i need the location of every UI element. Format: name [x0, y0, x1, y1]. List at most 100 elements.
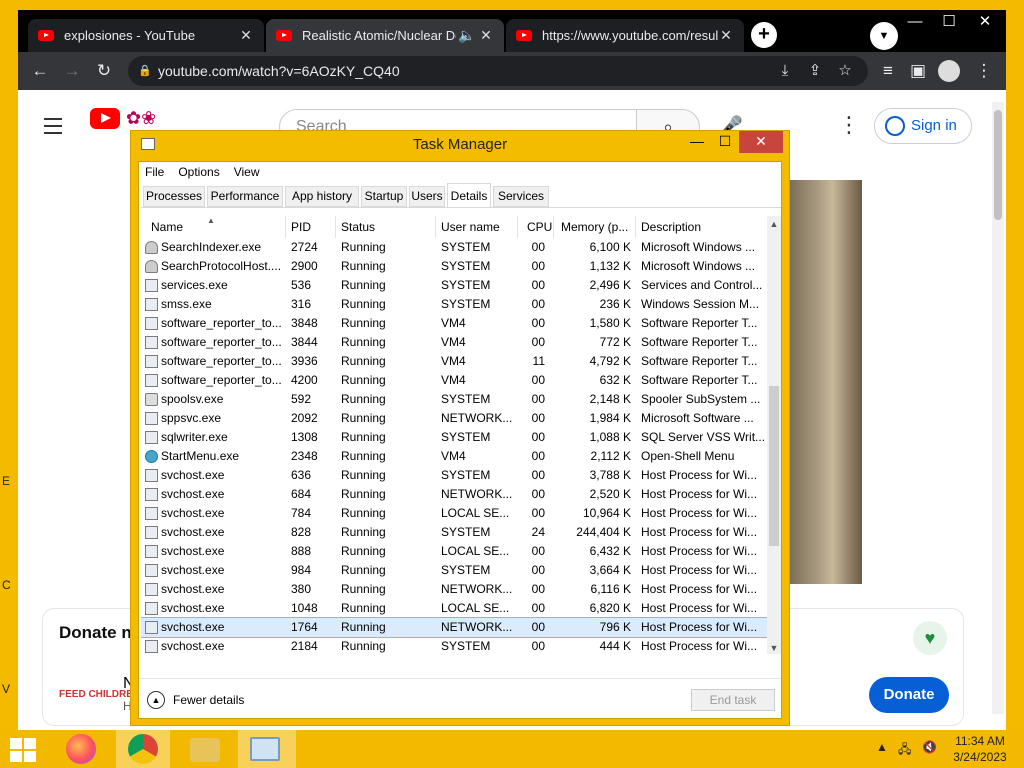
table-row[interactable]: svchost.exe 784 Running LOCAL SE... 00 10,964…: [141, 504, 767, 523]
forward-arrow-icon[interactable]: →: [60, 59, 84, 83]
close-window-button[interactable]: ✕: [739, 131, 783, 153]
table-row[interactable]: svchost.exe 2184 Running SYSTEM 00 444 K Host …: [141, 637, 767, 654]
youtube-logo-icon[interactable]: [90, 108, 120, 129]
cell-desc: SQL Server VSS Writ...: [641, 430, 765, 444]
windows-start-icon[interactable]: [10, 738, 36, 762]
minimize-window-button[interactable]: —: [898, 12, 932, 34]
video-player[interactable]: [788, 180, 862, 584]
menu-options[interactable]: Options: [172, 162, 227, 179]
tab-services[interactable]: Services: [493, 186, 549, 207]
show-hidden-icons-icon[interactable]: ▲: [876, 740, 888, 754]
more-options-icon[interactable]: ⋮: [838, 112, 860, 138]
cell-desc: Open-Shell Menu: [641, 449, 735, 463]
system-clock[interactable]: 11:34 AM 3/24/2023: [946, 733, 1014, 765]
maximize-window-button[interactable]: ☐: [711, 131, 739, 153]
table-row[interactable]: svchost.exe 888 Running LOCAL SE... 00 6,432 …: [141, 542, 767, 561]
maximize-window-button[interactable]: ☐: [932, 12, 966, 34]
chrome-menu-icon[interactable]: ⋮: [972, 59, 996, 83]
browser-tab[interactable]: https://www.youtube.com/result ✕: [506, 19, 744, 52]
cell-pid: 3844: [291, 335, 318, 349]
tab-performance[interactable]: Performance: [207, 186, 283, 207]
bookmark-star-icon[interactable]: ☆: [834, 56, 856, 86]
desktop-icon-label[interactable]: V: [2, 682, 10, 696]
close-tab-icon[interactable]: ✕: [718, 27, 734, 44]
taskbar-file-explorer[interactable]: [178, 730, 232, 768]
new-tab-button[interactable]: +: [751, 22, 777, 48]
tab-details[interactable]: Details: [447, 183, 491, 207]
hamburger-menu-icon[interactable]: [44, 118, 62, 139]
end-task-button[interactable]: End task: [691, 689, 775, 711]
table-row[interactable]: svchost.exe 380 Running NETWORK... 00 6,116 K…: [141, 580, 767, 599]
col-status[interactable]: Status: [341, 216, 375, 238]
table-row[interactable]: svchost.exe 984 Running SYSTEM 00 3,664 K Host…: [141, 561, 767, 580]
side-panel-icon[interactable]: ▣: [906, 59, 930, 83]
table-row[interactable]: SearchProtocolHost.... 2900 Running SYSTEM 0…: [141, 257, 767, 276]
minimize-window-button[interactable]: —: [683, 131, 711, 153]
col-user-name[interactable]: User name: [441, 216, 500, 238]
tab-users[interactable]: Users: [409, 186, 445, 207]
table-row[interactable]: SearchIndexer.exe 2724 Running SYSTEM 00 6,10…: [141, 238, 767, 257]
cell-mem: 2,496 K: [589, 278, 631, 292]
cell-pid: 984: [291, 563, 312, 577]
share-icon[interactable]: ⇪: [804, 56, 826, 86]
table-row[interactable]: svchost.exe 828 Running SYSTEM 24 244,404 K Ho…: [141, 523, 767, 542]
cell-status: Running: [341, 297, 386, 311]
browser-tab-active[interactable]: Realistic Atomic/Nuclear Des 🔈 ✕: [266, 19, 504, 52]
reload-icon[interactable]: ↻: [92, 59, 116, 83]
desktop-icon-label[interactable]: C: [2, 578, 11, 592]
table-row[interactable]: software_reporter_to... 3848 Running VM4 00 1…: [141, 314, 767, 333]
menu-view[interactable]: View: [228, 162, 268, 179]
page-scrollbar[interactable]: [992, 102, 1004, 714]
close-window-button[interactable]: ✕: [968, 12, 1002, 34]
cell-status: Running: [341, 601, 386, 615]
table-row[interactable]: services.exe 536 Running SYSTEM 00 2,496 K Ser…: [141, 276, 767, 295]
fewer-details-button[interactable]: ▲ Fewer details: [147, 691, 244, 709]
tab-app-history[interactable]: App history: [285, 186, 359, 207]
taskbar-firefox[interactable]: [54, 730, 108, 768]
donate-button[interactable]: Donate: [869, 677, 949, 713]
desktop-icon-label[interactable]: E: [2, 474, 10, 488]
cell-cpu: 00: [531, 278, 545, 292]
volume-muted-icon[interactable]: 🔇: [922, 740, 937, 754]
col-pid[interactable]: PID: [291, 216, 311, 238]
scroll-up-arrow-icon[interactable]: ▲: [767, 216, 781, 232]
close-tab-icon[interactable]: ✕: [478, 27, 494, 44]
table-row[interactable]: software_reporter_to... 3844 Running VM4 00 7…: [141, 333, 767, 352]
table-row[interactable]: software_reporter_to... 3936 Running VM4 11 4…: [141, 352, 767, 371]
address-bar[interactable]: 🔒 youtube.com/watch?v=6AOzKY_CQ40 ⤓ ⇪ ☆: [128, 56, 868, 86]
col-description[interactable]: Description: [641, 216, 701, 238]
table-row[interactable]: sppsvc.exe 2092 Running NETWORK... 00 1,984 K…: [141, 409, 767, 428]
table-row[interactable]: sqlwriter.exe 1308 Running SYSTEM 00 1,088 K S…: [141, 428, 767, 447]
tab-processes[interactable]: Processes: [143, 186, 205, 207]
browser-tab[interactable]: explosiones - YouTube ✕: [28, 19, 264, 52]
scroll-down-arrow-icon[interactable]: ▼: [767, 640, 781, 656]
scroll-thumb[interactable]: [769, 386, 779, 546]
table-row[interactable]: svchost.exe 684 Running NETWORK... 00 2,520 K…: [141, 485, 767, 504]
tab-search-chevron-icon[interactable]: ▼: [870, 22, 898, 50]
table-row[interactable]: svchost.exe 1764 Running NETWORK... 00 796 K H…: [141, 617, 767, 638]
taskbar-task-manager[interactable]: [238, 730, 296, 768]
audio-playing-icon[interactable]: 🔈: [456, 27, 478, 44]
back-arrow-icon[interactable]: ←: [28, 59, 52, 83]
col-cpu[interactable]: CPU: [527, 216, 552, 238]
network-icon[interactable]: 🖧: [898, 740, 911, 761]
taskbar-chrome[interactable]: [116, 730, 170, 768]
task-manager-titlebar[interactable]: Task Manager — ☐ ✕: [131, 131, 789, 161]
col-memory[interactable]: Memory (p...: [561, 216, 633, 238]
table-row[interactable]: svchost.exe 1048 Running LOCAL SE... 00 6,820…: [141, 599, 767, 618]
media-controls-icon[interactable]: ≡: [876, 59, 900, 83]
table-row[interactable]: spoolsv.exe 592 Running SYSTEM 00 2,148 K Spoo…: [141, 390, 767, 409]
table-row[interactable]: software_reporter_to... 4200 Running VM4 00 6…: [141, 371, 767, 390]
tab-startup[interactable]: Startup: [361, 186, 407, 207]
close-tab-icon[interactable]: ✕: [238, 27, 254, 44]
sign-in-button[interactable]: Sign in: [874, 108, 972, 144]
youtube-doodle-icon[interactable]: ✿❀: [126, 108, 186, 130]
install-app-icon[interactable]: ⤓: [774, 56, 796, 86]
table-row[interactable]: StartMenu.exe 2348 Running VM4 00 2,112 K Open…: [141, 447, 767, 466]
table-row[interactable]: svchost.exe 636 Running SYSTEM 00 3,788 K Host…: [141, 466, 767, 485]
col-name[interactable]: Name: [151, 216, 183, 238]
profile-avatar-icon[interactable]: [938, 60, 960, 82]
menu-file[interactable]: File: [139, 162, 172, 179]
table-scrollbar[interactable]: ▲ ▼: [767, 216, 781, 654]
table-row[interactable]: smss.exe 316 Running SYSTEM 00 236 K Windows S…: [141, 295, 767, 314]
